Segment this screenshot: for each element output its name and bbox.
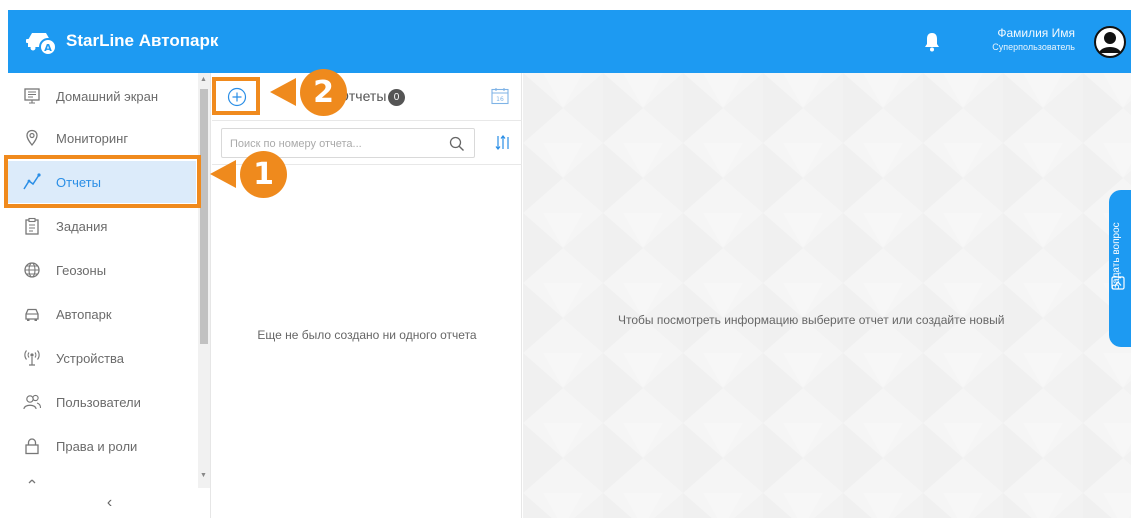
sidebar-item-label: Геозоны: [56, 262, 107, 278]
bell-icon[interactable]: [920, 30, 944, 54]
antenna-icon: [22, 348, 42, 368]
sidebar-item-geozones[interactable]: Геозоны: [8, 250, 196, 290]
user-info[interactable]: Фамилия Имя Суперпользователь: [963, 26, 1075, 54]
sidebar-item-fleet[interactable]: Автопарк: [8, 294, 196, 334]
sidebar-item-home[interactable]: Домашний экран: [8, 76, 196, 116]
sidebar-item-label: Права и роли: [56, 438, 138, 454]
more-icon: [22, 470, 42, 488]
home-screen-icon: [22, 86, 42, 106]
svg-text:16: 16: [496, 96, 504, 103]
svg-text:A: A: [44, 43, 52, 54]
car-icon: [22, 304, 42, 324]
sidebar-scroll-thumb[interactable]: [200, 89, 208, 344]
sidebar-item-devices[interactable]: Устройства: [8, 338, 196, 378]
sidebar-item-label: Задания: [56, 218, 108, 234]
brand-prefix: StarLine: [66, 31, 135, 50]
ask-question-button[interactable]: Задать вопрос: [1109, 190, 1131, 347]
calendar-icon[interactable]: 16: [490, 86, 510, 106]
user-role: Суперпользователь: [992, 42, 1075, 52]
users-icon: [22, 392, 42, 412]
callout-1: 1: [210, 151, 290, 209]
globe-icon: [22, 260, 42, 280]
location-pin-icon: [22, 128, 42, 148]
highlight-add-button: [212, 77, 260, 115]
sidebar-item-label: Домашний экран: [56, 88, 159, 104]
reports-count-badge: 0: [388, 89, 405, 106]
background-pattern: [523, 73, 1131, 518]
callout-number: 2: [300, 69, 347, 116]
brand[interactable]: A StarLine Автопарк: [22, 26, 218, 56]
sidebar: Домашний экран Мониторинг Отчеты Задания…: [8, 73, 211, 518]
scroll-down-icon[interactable]: ▼: [200, 472, 207, 479]
callout-2: 2: [270, 69, 350, 127]
chat-icon: [1111, 276, 1125, 290]
clipboard-icon: [22, 216, 42, 236]
brand-suffix: Автопарк: [138, 31, 219, 50]
sidebar-item-monitoring[interactable]: Мониторинг: [8, 118, 196, 158]
sort-filter-icon[interactable]: [493, 133, 513, 153]
sidebar-item-tasks[interactable]: Задания: [8, 206, 196, 246]
user-name: Фамилия Имя: [997, 26, 1075, 40]
reports-empty-message: Еще не было создано ни одного отчета: [257, 328, 477, 342]
sidebar-item-users[interactable]: Пользователи: [8, 382, 196, 422]
sidebar-item-label: Устройства: [56, 350, 125, 366]
top-bar: A StarLine Автопарк Фамилия Имя Суперпол…: [8, 10, 1131, 73]
sidebar-item-more[interactable]: [8, 470, 196, 488]
sidebar-item-roles[interactable]: Права и роли: [8, 426, 196, 466]
avatar-icon[interactable]: [1094, 26, 1126, 58]
callout-number: 1: [240, 151, 287, 198]
callout-arrow-icon: [270, 78, 296, 106]
callout-arrow-icon: [210, 160, 236, 188]
scroll-up-icon[interactable]: ▲: [200, 76, 207, 83]
sidebar-item-label: Автопарк: [56, 306, 112, 322]
reports-panel: Отчеты 0 16 Еще не было создано ни одног…: [212, 73, 522, 518]
highlight-reports-item: [4, 155, 201, 208]
main-content: Чтобы посмотреть информацию выберите отч…: [523, 73, 1131, 518]
brand-name: StarLine Автопарк: [66, 31, 218, 51]
lock-icon: [22, 436, 42, 456]
sidebar-item-label: Мониторинг: [56, 130, 129, 146]
search-icon[interactable]: [448, 135, 466, 153]
main-empty-message: Чтобы посмотреть информацию выберите отч…: [618, 313, 1005, 327]
starline-logo-icon: A: [22, 27, 60, 55]
collapse-sidebar-button[interactable]: ‹: [8, 488, 211, 518]
sidebar-item-label: Пользователи: [56, 394, 141, 410]
